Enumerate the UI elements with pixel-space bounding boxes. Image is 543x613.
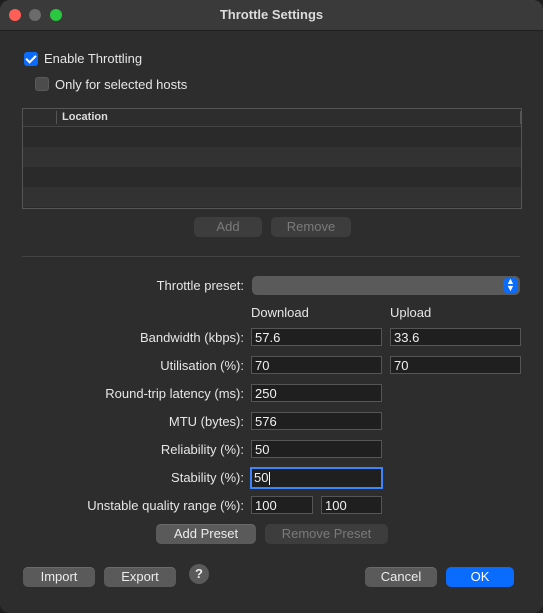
import-button[interactable]: Import xyxy=(23,567,95,587)
cancel-button[interactable]: Cancel xyxy=(365,567,437,587)
table-row xyxy=(23,147,521,167)
hosts-table[interactable]: Location xyxy=(22,108,522,209)
utilisation-upload-input[interactable]: 70 xyxy=(390,356,521,374)
window-title: Throttle Settings xyxy=(219,7,324,22)
bandwidth-upload-input[interactable]: 33.6 xyxy=(390,328,521,346)
remove-host-button[interactable]: Remove xyxy=(271,217,351,237)
enable-throttling-label[interactable]: Enable Throttling xyxy=(44,51,142,66)
latency-input[interactable]: 250 xyxy=(251,384,382,402)
title-bar: Throttle Settings xyxy=(0,0,543,31)
reliability-input[interactable]: 50 xyxy=(251,440,382,458)
reliability-label: Reliability (%): xyxy=(160,442,244,457)
latency-label: Round-trip latency (ms): xyxy=(105,386,244,401)
table-row xyxy=(23,187,521,207)
bandwidth-download-input[interactable]: 57.6 xyxy=(251,328,382,346)
throttle-settings-window: Throttle Settings Enable Throttling Only… xyxy=(0,0,543,613)
add-preset-button[interactable]: Add Preset xyxy=(156,524,256,544)
only-selected-hosts-checkbox[interactable] xyxy=(35,77,49,91)
utilisation-label: Utilisation (%): xyxy=(160,358,244,373)
table-row xyxy=(23,167,521,187)
dialog-content: Enable Throttling Only for selected host… xyxy=(0,31,543,613)
throttle-preset-label: Throttle preset: xyxy=(156,278,244,293)
chevron-updown-icon: ▲ ▼ xyxy=(503,277,518,293)
bandwidth-label: Bandwidth (kbps): xyxy=(139,330,244,345)
unstable-range-min-input[interactable]: 100 xyxy=(251,496,313,514)
download-column-header: Download xyxy=(251,305,309,320)
column-header-location[interactable]: Location xyxy=(62,111,108,123)
mtu-label: MTU (bytes): xyxy=(168,414,244,429)
enable-throttling-checkbox[interactable] xyxy=(24,52,38,66)
stability-input[interactable]: 50 xyxy=(250,467,383,489)
throttle-preset-select[interactable]: ▲ ▼ xyxy=(252,276,520,295)
remove-preset-button[interactable]: Remove Preset xyxy=(265,524,388,544)
utilisation-download-input[interactable]: 70 xyxy=(251,356,382,374)
text-caret xyxy=(269,472,271,486)
only-selected-hosts-label[interactable]: Only for selected hosts xyxy=(55,77,187,92)
unstable-range-max-input[interactable]: 100 xyxy=(321,496,382,514)
section-divider xyxy=(22,256,520,257)
ok-button[interactable]: OK xyxy=(446,567,514,587)
stability-label: Stability (%): xyxy=(171,470,244,485)
table-header: Location xyxy=(23,109,521,127)
column-divider xyxy=(56,111,57,124)
help-button[interactable]: ? xyxy=(189,564,209,584)
stability-input-value: 50 xyxy=(254,470,269,485)
column-divider xyxy=(520,111,521,124)
unstable-range-label: Unstable quality range (%): xyxy=(87,498,244,513)
export-button[interactable]: Export xyxy=(104,567,176,587)
add-host-button[interactable]: Add xyxy=(194,217,262,237)
upload-column-header: Upload xyxy=(390,305,432,320)
table-row xyxy=(23,127,521,147)
mtu-input[interactable]: 576 xyxy=(251,412,382,430)
